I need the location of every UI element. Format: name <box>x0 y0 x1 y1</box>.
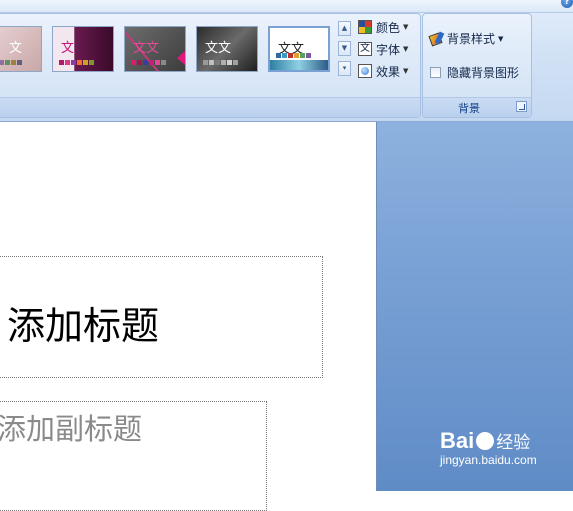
theme-color-swatches <box>59 60 94 65</box>
theme-thumbnail-5[interactable]: 文文 <box>268 26 330 72</box>
themes-group-caption <box>0 97 420 117</box>
theme-effects-button[interactable]: 效果 ▼ <box>358 62 408 80</box>
effects-icon <box>358 64 372 78</box>
ribbon: ? 文 文 文文 文文 文文 ▲ ▼ ▾ 颜色 ▼ 文 字体 ▼ 效果 ▼ 背景… <box>0 0 573 122</box>
theme-thumbnail-2[interactable]: 文 <box>52 26 114 72</box>
watermark-logo: Bai 经验 <box>440 428 537 454</box>
theme-thumbnail-4[interactable]: 文文 <box>196 26 258 72</box>
watermark-url: jingyan.baidu.com <box>440 453 537 467</box>
background-styles-button[interactable]: 背景样式 ▼ <box>428 30 503 47</box>
theme-thumbnail-text: 文文 <box>205 41 232 56</box>
help-icon[interactable]: ? <box>561 0 573 8</box>
theme-color-swatches <box>0 60 22 65</box>
slide-canvas[interactable]: 添加标题 添加副标题 <box>0 122 377 511</box>
watermark-logo-text: Bai <box>440 428 475 453</box>
hide-background-graphics-label: 隐藏背景图形 <box>447 66 520 80</box>
gallery-scroll-down-button[interactable]: ▼ <box>338 41 351 56</box>
theme-decoration <box>177 51 185 65</box>
theme-effects-label: 效果 <box>376 64 401 79</box>
theme-colors-button[interactable]: 颜色 ▼ <box>358 18 408 36</box>
chevron-down-icon: ▼ <box>403 67 409 75</box>
chevron-down-icon: ▼ <box>403 23 409 31</box>
theme-color-swatches <box>203 60 238 65</box>
theme-thumbnail-text: 文 <box>9 41 23 56</box>
paint-bucket-icon <box>428 31 444 47</box>
title-placeholder[interactable]: 添加标题 <box>0 256 323 378</box>
ribbon-tab-strip: ? <box>0 0 573 13</box>
chevron-down-icon: ▼ <box>403 45 409 53</box>
checkbox-box[interactable] <box>430 67 441 78</box>
theme-thumbnail-3[interactable]: 文文 <box>124 26 186 72</box>
subtitle-placeholder-text: 添加副标题 <box>0 412 143 446</box>
hide-background-graphics-checkbox[interactable]: 隐藏背景图形 <box>430 64 519 81</box>
background-styles-label: 背景样式 <box>447 32 496 46</box>
font-icon: 文 <box>358 42 372 56</box>
theme-thumbnail-1[interactable]: 文 <box>0 26 42 72</box>
chevron-down-icon: ▼ <box>498 34 504 43</box>
slide-workspace: 添加标题 添加副标题 Bai 经验 jingyan.baidu.com <box>0 122 573 511</box>
watermark-logo-cn: 经验 <box>496 433 531 452</box>
watermark: Bai 经验 jingyan.baidu.com <box>440 428 537 467</box>
title-placeholder-text: 添加标题 <box>7 304 160 348</box>
theme-color-swatches <box>276 53 311 58</box>
gallery-scroll-up-button[interactable]: ▲ <box>338 21 351 36</box>
color-palette-icon <box>358 20 372 34</box>
dialog-launcher-icon[interactable] <box>516 101 527 112</box>
theme-thumbnail-text: 文文 <box>133 41 160 56</box>
theme-decoration <box>270 60 328 70</box>
subtitle-placeholder[interactable]: 添加副标题 <box>0 401 267 511</box>
theme-fonts-label: 字体 <box>376 42 401 57</box>
theme-fonts-button[interactable]: 文 字体 ▼ <box>358 40 408 58</box>
theme-thumbnail-text: 文 <box>61 41 75 56</box>
gallery-more-button[interactable]: ▾ <box>338 61 351 76</box>
background-group-label: 背景 <box>458 102 480 115</box>
background-group-caption: 背景 <box>423 97 531 117</box>
theme-color-swatches <box>131 60 166 65</box>
theme-colors-label: 颜色 <box>376 20 401 35</box>
paw-icon <box>476 432 495 450</box>
